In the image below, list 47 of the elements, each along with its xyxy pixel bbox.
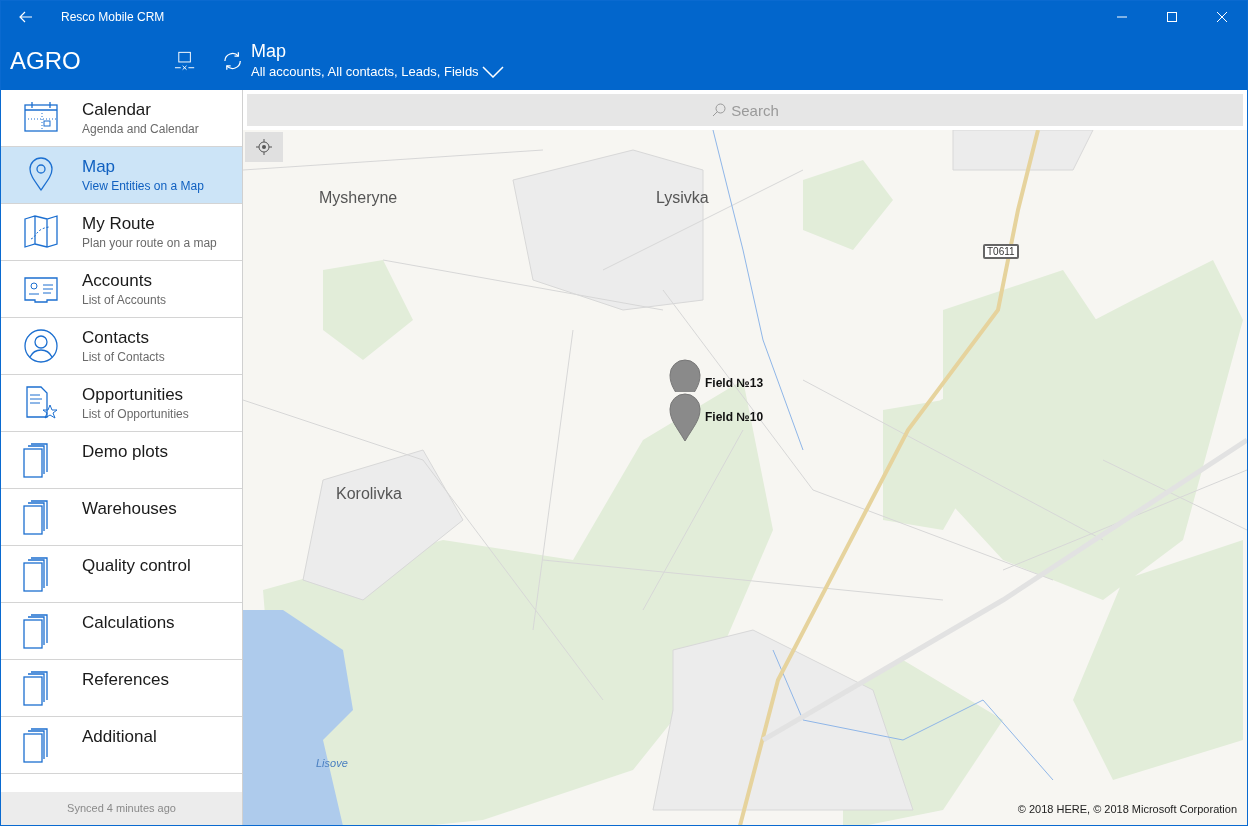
person-circle-icon xyxy=(22,327,60,365)
search-field[interactable]: Search xyxy=(247,94,1243,126)
locate-button[interactable] xyxy=(245,132,283,162)
map[interactable]: Mysheryne Lysivka Korolivka Lisove T0611 Field №13 Field №10 © 2018 HERE, © 2018 Microsoft Corporation xyxy=(243,130,1247,825)
chevron-down-icon xyxy=(481,66,504,78)
sidebar-item-label: Warehouses xyxy=(82,498,177,520)
sidebar-item-label: Calendar xyxy=(82,99,152,121)
sidebar-item-label: Map xyxy=(82,156,117,178)
sidebar-item[interactable]: Map View Entities on a Map xyxy=(1,147,242,204)
sidebar-item-label: Quality control xyxy=(82,555,191,577)
lake-label: Lisove xyxy=(316,756,348,771)
disconnect-icon[interactable] xyxy=(173,51,195,71)
close-icon[interactable] xyxy=(1217,11,1227,22)
back-arrow-icon[interactable] xyxy=(19,10,33,23)
filter-dropdown[interactable]: All accounts, All contacts, Leads, Fields xyxy=(251,62,504,82)
sync-icon[interactable] xyxy=(221,50,243,72)
map-marker-label: Field №13 xyxy=(705,375,764,392)
app-name: AGRO xyxy=(10,46,81,76)
town-label: Lysivka xyxy=(656,188,709,208)
sidebar-item-label: Opportunities xyxy=(82,384,185,406)
town-label: Korolivka xyxy=(336,484,402,504)
sidebar-item-label: Demo plots xyxy=(82,441,168,463)
sidebar-item-label: Accounts xyxy=(82,270,153,292)
map-pin-icon[interactable] xyxy=(668,358,702,392)
window-title: Resco Mobile CRM xyxy=(61,8,165,26)
sidebar-item-subtitle: Plan your route on a map xyxy=(82,235,217,251)
sidebar-item-label: My Route xyxy=(82,213,156,235)
search-icon xyxy=(712,103,726,117)
road-sign: T0611 xyxy=(983,244,1019,259)
maximize-icon[interactable] xyxy=(1167,11,1177,22)
map-copyright: © 2018 HERE, © 2018 Microsoft Corporation xyxy=(1017,801,1237,817)
folded-map-icon xyxy=(22,213,60,251)
sidebar-item-label: Additional xyxy=(82,726,157,748)
sidebar-item-subtitle: List of Contacts xyxy=(82,349,165,365)
sidebar-item-subtitle: Agenda and Calendar xyxy=(82,121,199,137)
sidebar-item-subtitle: View Entities on a Map xyxy=(82,178,204,194)
sync-status: Synced 4 minutes ago xyxy=(67,801,176,817)
map-pin-icon[interactable] xyxy=(668,392,702,442)
map-marker-label: Field №10 xyxy=(705,409,764,426)
sidebar-item-subtitle: List of Accounts xyxy=(82,292,167,308)
town-label: Mysheryne xyxy=(319,188,398,208)
sidebar-item-label: Contacts xyxy=(82,327,151,349)
page-title: Map xyxy=(251,40,287,63)
locate-icon xyxy=(256,139,272,155)
sidebar-item-label: Calculations xyxy=(82,612,175,634)
sidebar-item-subtitle: List of Opportunities xyxy=(82,406,189,422)
sidebar-item-label: References xyxy=(82,669,169,691)
